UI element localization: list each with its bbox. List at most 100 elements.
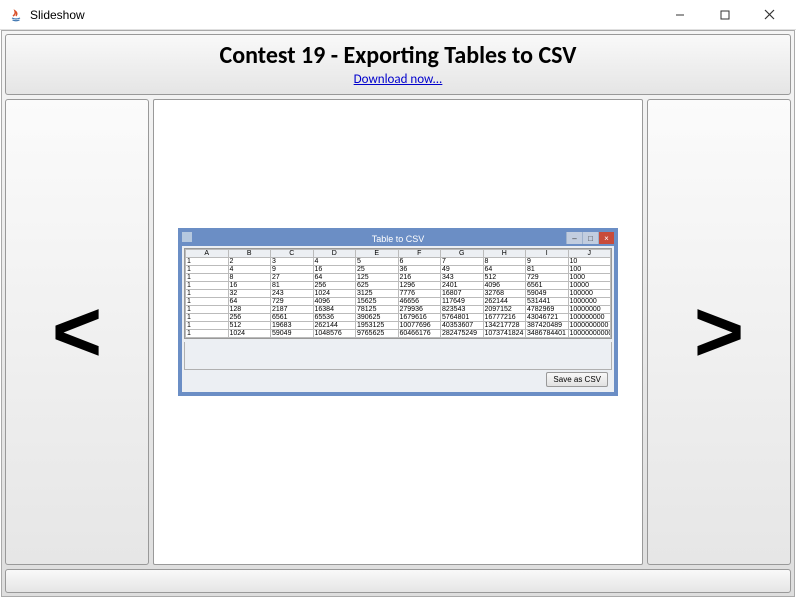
table-cell: 243 bbox=[271, 290, 314, 298]
app-frame: Contest 19 - Exporting Tables to CSV Dow… bbox=[1, 30, 795, 597]
table-empty-area bbox=[184, 342, 612, 370]
table-cell: 1048576 bbox=[313, 330, 356, 338]
table-cell: 1000000000 bbox=[568, 322, 611, 330]
table-cell: 43046721 bbox=[526, 314, 569, 322]
table-cell: 65536 bbox=[313, 314, 356, 322]
table-cell: 81 bbox=[271, 282, 314, 290]
table-cell: 64 bbox=[483, 266, 526, 274]
table-cell: 729 bbox=[271, 298, 314, 306]
table-row: 1102459049104857697656256046617628247524… bbox=[186, 330, 611, 338]
table-cell: 512 bbox=[228, 322, 271, 330]
table-cell: 4782969 bbox=[526, 306, 569, 314]
table-cell: 2187 bbox=[271, 306, 314, 314]
table-cell: 3486784401 bbox=[526, 330, 569, 338]
table-cell: 1953125 bbox=[356, 322, 399, 330]
table-cell: 387420489 bbox=[526, 322, 569, 330]
table-cell: 262144 bbox=[313, 322, 356, 330]
table-cell: 8 bbox=[483, 258, 526, 266]
table-cell: 100000 bbox=[568, 290, 611, 298]
table-cell: 19683 bbox=[271, 322, 314, 330]
table-cell: 100000000 bbox=[568, 314, 611, 322]
table-cell: 134217728 bbox=[483, 322, 526, 330]
column-header: D bbox=[313, 250, 356, 258]
table-cell: 16384 bbox=[313, 306, 356, 314]
table-cell: 262144 bbox=[483, 298, 526, 306]
embedded-maximize-icon: □ bbox=[582, 232, 598, 244]
table-cell: 32 bbox=[228, 290, 271, 298]
table-cell: 6561 bbox=[271, 314, 314, 322]
column-header: I bbox=[526, 250, 569, 258]
table-cell: 390625 bbox=[356, 314, 399, 322]
table-cell: 625 bbox=[356, 282, 399, 290]
table-cell: 1024 bbox=[313, 290, 356, 298]
table-cell: 36 bbox=[398, 266, 441, 274]
download-link[interactable]: Download now... bbox=[354, 72, 443, 87]
table-cell: 1296 bbox=[398, 282, 441, 290]
table-cell: 256 bbox=[228, 314, 271, 322]
table-cell: 1073741824 bbox=[483, 330, 526, 338]
table-cell: 1024 bbox=[228, 330, 271, 338]
table-cell: 2097152 bbox=[483, 306, 526, 314]
table-cell: 64 bbox=[228, 298, 271, 306]
close-button[interactable] bbox=[747, 1, 792, 29]
table-cell: 81 bbox=[526, 266, 569, 274]
table-cell: 10000000000 bbox=[568, 330, 611, 338]
table-cell: 1 bbox=[186, 282, 229, 290]
table-row: 1128218716384781252799368235432097152478… bbox=[186, 306, 611, 314]
table-cell: 15625 bbox=[356, 298, 399, 306]
table-cell: 7776 bbox=[398, 290, 441, 298]
column-header: H bbox=[483, 250, 526, 258]
table-cell: 1 bbox=[186, 274, 229, 282]
table-cell: 4 bbox=[228, 266, 271, 274]
table-cell: 512 bbox=[483, 274, 526, 282]
embedded-window-titlebar: Table to CSV – □ × bbox=[182, 232, 614, 246]
table-cell: 1 bbox=[186, 298, 229, 306]
table-cell: 1679616 bbox=[398, 314, 441, 322]
table-cell: 40353607 bbox=[441, 322, 484, 330]
table-cell: 78125 bbox=[356, 306, 399, 314]
embedded-app-icon bbox=[182, 232, 192, 242]
page-title: Contest 19 - Exporting Tables to CSV bbox=[12, 41, 784, 70]
table-cell: 256 bbox=[313, 282, 356, 290]
table-row: 12345678910 bbox=[186, 258, 611, 266]
column-header: A bbox=[186, 250, 229, 258]
next-button[interactable]: > bbox=[647, 99, 791, 565]
table-cell: 1000000 bbox=[568, 298, 611, 306]
table-cell: 4096 bbox=[483, 282, 526, 290]
column-header: G bbox=[441, 250, 484, 258]
column-header: E bbox=[356, 250, 399, 258]
table-cell: 1 bbox=[186, 314, 229, 322]
table-cell: 3125 bbox=[356, 290, 399, 298]
table-cell: 27 bbox=[271, 274, 314, 282]
table-cell: 1 bbox=[186, 306, 229, 314]
table-row: 1256656165536390625167961657648011677721… bbox=[186, 314, 611, 322]
table-cell: 100 bbox=[568, 266, 611, 274]
column-header: B bbox=[228, 250, 271, 258]
column-header: C bbox=[271, 250, 314, 258]
embedded-close-icon: × bbox=[598, 232, 614, 244]
table-cell: 49 bbox=[441, 266, 484, 274]
table-cell: 59049 bbox=[526, 290, 569, 298]
table-cell: 10 bbox=[568, 258, 611, 266]
table-cell: 282475249 bbox=[441, 330, 484, 338]
embedded-window: Table to CSV – □ × ABCDEFGHIJ12345678910… bbox=[178, 228, 618, 396]
table-cell: 7 bbox=[441, 258, 484, 266]
minimize-button[interactable] bbox=[657, 1, 702, 29]
table-cell: 1 bbox=[186, 330, 229, 338]
table-cell: 823543 bbox=[441, 306, 484, 314]
maximize-button[interactable] bbox=[702, 1, 747, 29]
table-cell: 1000 bbox=[568, 274, 611, 282]
column-header: F bbox=[398, 250, 441, 258]
table-cell: 216 bbox=[398, 274, 441, 282]
prev-button[interactable]: < bbox=[5, 99, 149, 565]
table-cell: 4096 bbox=[313, 298, 356, 306]
table-cell: 279936 bbox=[398, 306, 441, 314]
table-cell: 25 bbox=[356, 266, 399, 274]
table-cell: 32768 bbox=[483, 290, 526, 298]
table-cell: 64 bbox=[313, 274, 356, 282]
header-panel: Contest 19 - Exporting Tables to CSV Dow… bbox=[5, 34, 791, 95]
table-row: 1827641252163435127291000 bbox=[186, 274, 611, 282]
table-cell: 8 bbox=[228, 274, 271, 282]
table-cell: 60466176 bbox=[398, 330, 441, 338]
table-cell: 16777216 bbox=[483, 314, 526, 322]
